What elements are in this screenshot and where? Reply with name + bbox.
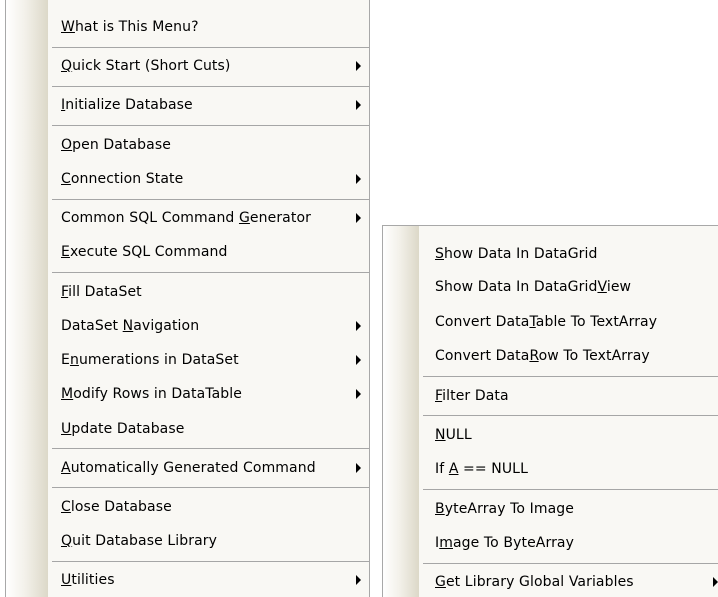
- triangle-right-icon: [356, 174, 361, 184]
- menu-item-label: Quick Start (Short Cuts): [61, 58, 231, 74]
- menu-item-label: Image To ByteArray: [435, 535, 575, 551]
- menu-item-open-database[interactable]: Open Database: [6, 130, 369, 160]
- triangle-right-icon: [356, 389, 361, 399]
- menu-item-label: DataSet Navigation: [61, 318, 200, 334]
- menu-item-label: Convert DataTable To TextArray: [435, 314, 658, 330]
- menu-item-label: Quit Database Library: [61, 533, 218, 549]
- menu-item-label: Update Database: [61, 421, 185, 437]
- menu-item-convert-datarow-to-textarray[interactable]: Convert DataRow To TextArray: [383, 341, 718, 371]
- menu-item-label: Modify Rows in DataTable: [61, 386, 242, 402]
- menu-item-label: Fill DataSet: [61, 284, 142, 300]
- menu-item-label: Get Library Global Variables: [435, 574, 634, 590]
- menu-item-image-to-bytearray[interactable]: Image To ByteArray: [383, 528, 718, 558]
- menu-separator: [52, 125, 369, 126]
- menu-separator: [52, 561, 369, 562]
- menu-separator: [52, 272, 369, 273]
- menu-item-utilities[interactable]: Utilities: [6, 565, 369, 595]
- triangle-right-icon: [356, 213, 361, 223]
- menu-separator: [52, 86, 369, 87]
- menu-item-what-is-this-menu[interactable]: What is This Menu?: [6, 12, 369, 42]
- menu-item-filter-data[interactable]: Filter Data: [383, 381, 718, 411]
- menu-separator: [52, 47, 369, 48]
- menu-separator: [52, 487, 369, 488]
- menu-item-show-data-in-datagridview[interactable]: Show Data In DataGridView: [383, 272, 718, 302]
- menu-item-label: Show Data In DataGrid: [435, 246, 598, 262]
- menu-item-show-data-in-datagrid[interactable]: Show Data In DataGrid: [383, 239, 718, 269]
- menu-item-label: Open Database: [61, 137, 171, 153]
- menu-item-label: Common SQL Command Generator: [61, 210, 311, 226]
- menu-item-label: Filter Data: [435, 388, 509, 404]
- menu-item-label: ByteArray To Image: [435, 501, 574, 517]
- utilities-submenu: Show Data In DataGrid Show Data In DataGr…: [382, 225, 718, 597]
- menu-item-dataset-navigation[interactable]: DataSet Navigation: [6, 311, 369, 341]
- menu-item-label: Automatically Generated Command: [61, 460, 316, 476]
- menu-item-convert-datatable-to-textarray[interactable]: Convert DataTable To TextArray: [383, 307, 718, 337]
- menu-separator: [423, 415, 718, 416]
- menu-item-label: NULL: [435, 427, 472, 443]
- menu-item-initialize-database[interactable]: Initialize Database: [6, 90, 369, 120]
- menu-item-label: If A == NULL: [435, 461, 528, 477]
- database-library-menu: What is This Menu? Quick Start (Short Cut…: [5, 0, 370, 597]
- menu-item-get-library-global-variables[interactable]: Get Library Global Variables: [383, 567, 718, 597]
- menu-item-quit-database-library[interactable]: Quit Database Library: [6, 526, 369, 556]
- menu-item-label: Initialize Database: [61, 97, 193, 113]
- menu-item-connection-state[interactable]: Connection State: [6, 164, 369, 194]
- menu-item-label: Utilities: [61, 572, 115, 588]
- menu-separator: [423, 376, 718, 377]
- menu-item-label: Execute SQL Command: [61, 244, 228, 260]
- menu-item-quick-start-short-cuts[interactable]: Quick Start (Short Cuts): [6, 51, 369, 81]
- menu-item-common-sql-command-generator[interactable]: Common SQL Command Generator: [6, 203, 369, 233]
- menu-item-label: Connection State: [61, 171, 184, 187]
- triangle-right-icon: [356, 321, 361, 331]
- triangle-right-icon: [356, 575, 361, 585]
- menu-item-label: Show Data In DataGridView: [435, 279, 632, 295]
- triangle-right-icon: [713, 577, 718, 587]
- menu-item-label: Convert DataRow To TextArray: [435, 348, 650, 364]
- menu-item-enumerations-in-dataset[interactable]: Enumerations in DataSet: [6, 345, 369, 375]
- menu-item-close-database[interactable]: Close Database: [6, 492, 369, 522]
- menu-separator: [52, 199, 369, 200]
- triangle-right-icon: [356, 100, 361, 110]
- triangle-right-icon: [356, 61, 361, 71]
- menu-item-label: Enumerations in DataSet: [61, 352, 239, 368]
- menu-item-label: What is This Menu?: [61, 19, 199, 35]
- menu-separator: [423, 563, 718, 564]
- menu-item-bytearray-to-image[interactable]: ByteArray To Image: [383, 494, 718, 524]
- menu-item-null[interactable]: NULL: [383, 420, 718, 450]
- menu-item-modify-rows-in-datatable[interactable]: Modify Rows in DataTable: [6, 379, 369, 409]
- menu-separator: [52, 448, 369, 449]
- menu-item-label: Close Database: [61, 499, 172, 515]
- triangle-right-icon: [356, 463, 361, 473]
- menu-separator: [423, 489, 718, 490]
- menu-item-update-database[interactable]: Update Database: [6, 414, 369, 444]
- menu-item-fill-dataset[interactable]: Fill DataSet: [6, 277, 369, 307]
- triangle-right-icon: [356, 355, 361, 365]
- menu-item-if-a-null[interactable]: If A == NULL: [383, 454, 718, 484]
- menu-item-automatically-generated-command[interactable]: Automatically Generated Command: [6, 453, 369, 483]
- menu-item-execute-sql-command[interactable]: Execute SQL Command: [6, 237, 369, 267]
